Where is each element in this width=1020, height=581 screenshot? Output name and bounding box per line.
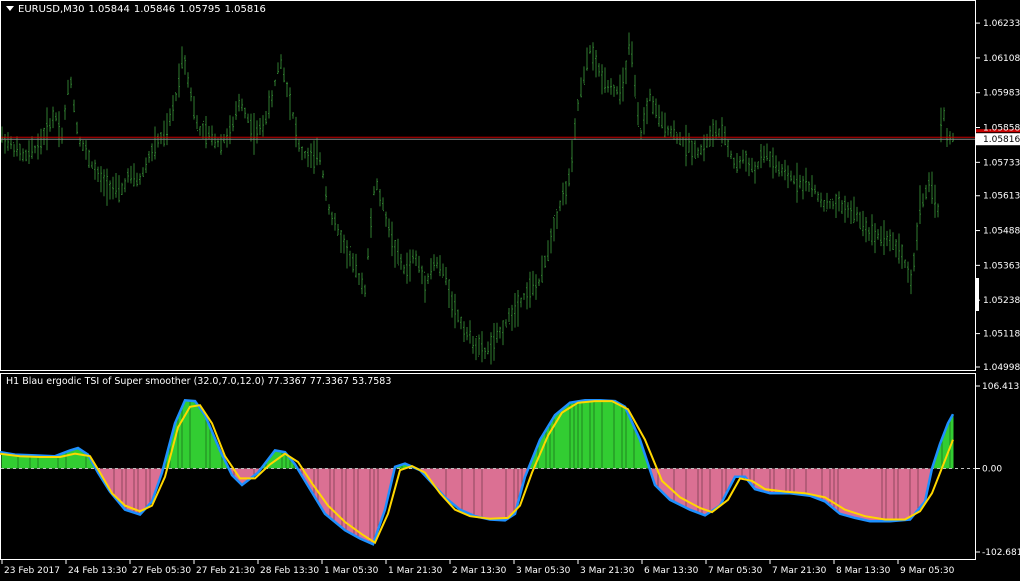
current-price-label: 1.05816 — [983, 135, 1020, 145]
main-pane[interactable] — [0, 0, 976, 371]
time-tick-label: 27 Feb 05:30 — [132, 566, 191, 576]
time-tick-label: 6 Mar 13:30 — [644, 566, 699, 576]
indicator-tick-label-top: 106.4137 — [982, 382, 1020, 392]
chart-header: EURUSD,M30 1.05844 1.05846 1.05795 1.05816 — [6, 4, 266, 15]
time-tick-label: 2 Mar 13:30 — [452, 566, 507, 576]
price-tick-label: 1.05983 — [983, 89, 1020, 99]
price-tick-label: 1.05488 — [983, 227, 1020, 237]
dropdown-triangle-icon[interactable] — [6, 5, 14, 11]
price-tick-label: 1.04998 — [983, 363, 1020, 373]
low-value: 1.05795 — [179, 4, 221, 15]
time-tick-label: 9 Mar 05:30 — [900, 566, 955, 576]
price-tick-label: 1.05238 — [983, 296, 1020, 306]
price-tick-label: 1.05363 — [983, 261, 1020, 271]
time-tick-label: 1 Mar 05:30 — [324, 566, 379, 576]
price-tick-label: 1.05733 — [983, 158, 1020, 168]
time-tick-label: 7 Mar 05:30 — [708, 566, 763, 576]
time-tick-label: 24 Feb 13:30 — [68, 566, 127, 576]
open-value: 1.05844 — [88, 4, 130, 15]
indicator-pane[interactable] — [0, 373, 976, 560]
indicator-header: H1 Blau ergodic TSI of Super smoother (3… — [6, 376, 392, 387]
indicator-axis: 106.4137 0.00 -102.6817 — [976, 382, 1020, 558]
time-tick-label: 1 Mar 21:30 — [388, 566, 443, 576]
indicator-tick-label-bottom: -102.6817 — [982, 548, 1020, 558]
trading-chart[interactable]: 1.05816 1.062331.061081.059831.058581.05… — [0, 0, 1020, 581]
price-tick-label: 1.06233 — [983, 19, 1020, 29]
price-tick-label: 1.06108 — [983, 54, 1020, 64]
time-axis: 23 Feb 2017 24 Feb 13:30 27 Feb 05:30 27 Fe… — [1, 560, 955, 576]
price-axis: 1.06233 1.06108 1.05983 1.05858 1.05733 1.056… — [976, 19, 1020, 373]
price-tick-label: 1.05613 — [983, 192, 1020, 202]
time-tick-label: 28 Feb 13:30 — [260, 566, 319, 576]
high-value: 1.05846 — [133, 4, 176, 15]
price-tick-label: 1.05858 — [983, 124, 1020, 134]
indicator-tick-label-zero: 0.00 — [982, 465, 1002, 475]
time-tick-label: 8 Mar 13:30 — [836, 566, 891, 576]
symbol-label: EURUSD,M30 — [18, 4, 85, 15]
close-value: 1.05816 — [224, 4, 266, 15]
price-tick-label: 1.05118 — [983, 330, 1020, 340]
time-tick-label: 27 Feb 21:30 — [196, 566, 255, 576]
scroll-marker — [976, 278, 979, 311]
time-tick-label: 3 Mar 21:30 — [580, 566, 635, 576]
time-tick-label: 7 Mar 21:30 — [772, 566, 827, 576]
time-tick-label: 3 Mar 05:30 — [516, 566, 571, 576]
time-tick-label: 23 Feb 2017 — [4, 566, 60, 576]
